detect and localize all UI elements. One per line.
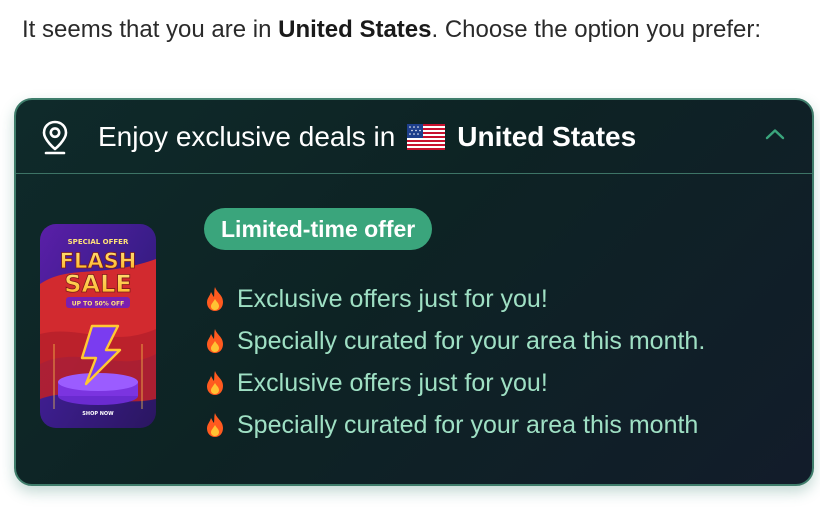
- deals-card: Enjoy exclusive deals in United States S…: [14, 98, 814, 486]
- fire-icon: [207, 413, 223, 437]
- promo-sale-text: SALE: [64, 270, 132, 298]
- us-flag-icon: [407, 124, 446, 150]
- feature-item: Specially curated for your area this mon…: [204, 404, 705, 446]
- feature-item: Exclusive offers just for you!: [204, 362, 705, 404]
- promo-discount-text: UP TO 50% OFF: [72, 301, 124, 308]
- promo-top-text: SPECIAL OFFER: [68, 238, 129, 246]
- card-title-country: United States: [457, 121, 637, 152]
- card-header[interactable]: Enjoy exclusive deals in United States: [16, 100, 812, 174]
- feature-item: Specially curated for your area this mon…: [204, 320, 705, 362]
- card-title-prefix: Enjoy exclusive deals in: [98, 121, 396, 152]
- feature-list: Exclusive offers just for you! Specially…: [204, 278, 705, 446]
- intro-text: It seems that you are in United States. …: [22, 14, 782, 46]
- feature-item: Exclusive offers just for you!: [204, 278, 705, 320]
- feature-text: Specially curated for your area this mon…: [237, 327, 706, 355]
- fire-icon: [207, 371, 223, 395]
- fire-icon: [207, 329, 223, 353]
- promo-cta-text: SHOP NOW: [82, 411, 114, 417]
- card-title: Enjoy exclusive deals in United States: [98, 119, 636, 155]
- limited-offer-badge: Limited-time offer: [204, 208, 433, 250]
- feature-text: Exclusive offers just for you!: [237, 285, 548, 313]
- intro-prefix: It seems that you are in: [22, 16, 279, 43]
- chevron-up-icon[interactable]: [764, 127, 786, 141]
- location-pin-icon: [42, 120, 68, 155]
- intro-suffix: . Choose the option you prefer:: [431, 16, 762, 43]
- feature-text: Exclusive offers just for you!: [237, 369, 548, 397]
- feature-text: Specially curated for your area this mon…: [237, 411, 699, 439]
- flash-sale-promo-image: SPECIAL OFFER FLASH SALE UP TO 50% OFF S…: [40, 224, 156, 428]
- intro-country: United States: [278, 16, 432, 43]
- fire-icon: [207, 287, 223, 311]
